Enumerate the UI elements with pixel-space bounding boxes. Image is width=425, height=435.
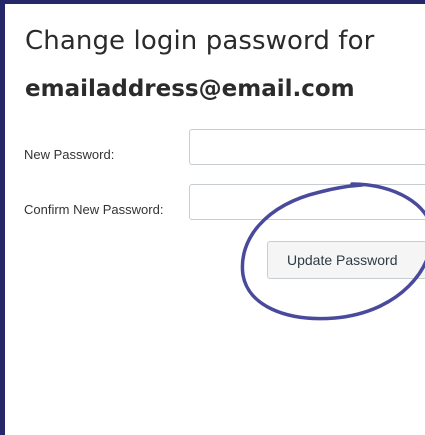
password-change-panel: Change login password for emailaddress@e… (5, 4, 425, 435)
page-title: Change login password for (25, 26, 375, 56)
confirm-password-input[interactable] (189, 184, 425, 220)
new-password-input[interactable] (189, 129, 425, 165)
confirm-password-label: Confirm New Password: (24, 202, 164, 217)
update-password-button[interactable]: Update Password (267, 241, 425, 279)
new-password-label: New Password: (24, 147, 115, 162)
account-email: emailaddress@email.com (25, 76, 355, 102)
